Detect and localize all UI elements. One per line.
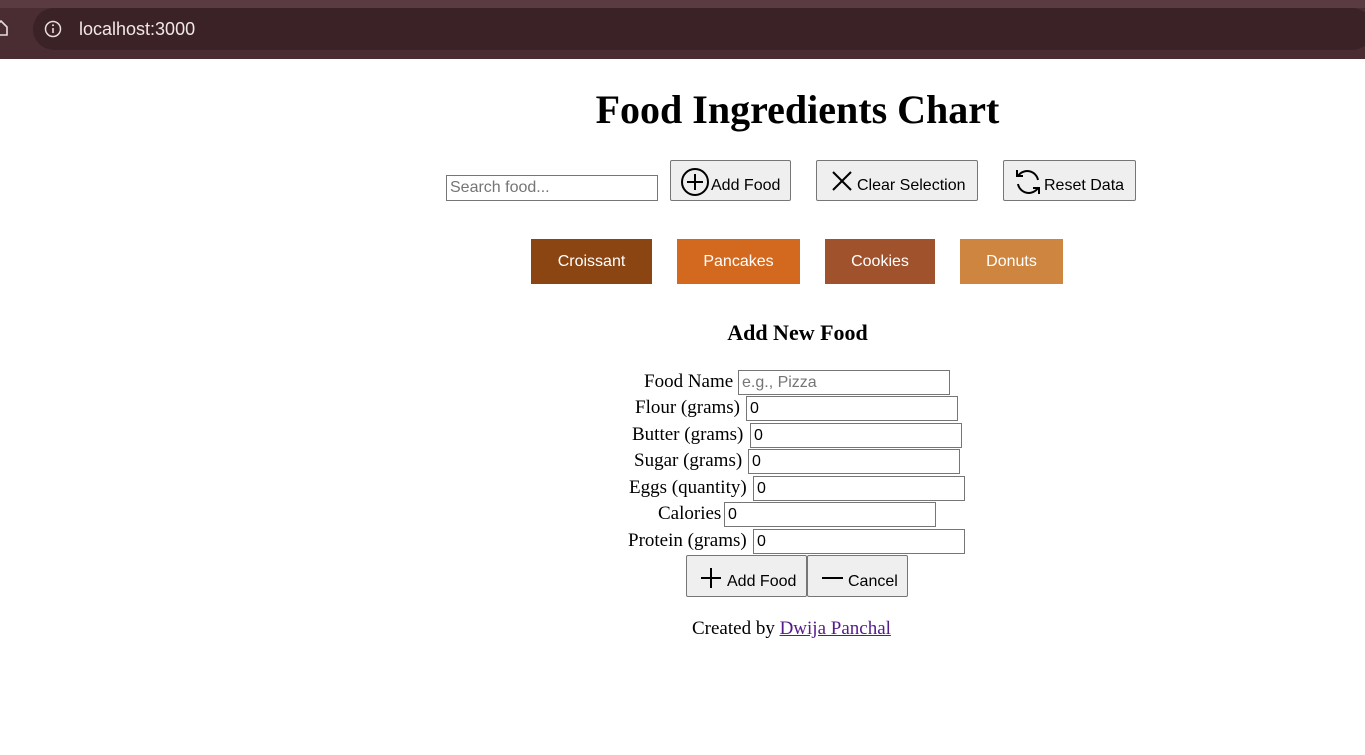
food-button-donuts[interactable]: Donuts	[960, 239, 1063, 284]
food-button-croissant[interactable]: Croissant	[531, 239, 652, 284]
plus-circle-icon	[681, 168, 709, 196]
calories-label: Calories	[658, 503, 722, 524]
plus-icon	[701, 568, 721, 588]
protein-input[interactable]	[753, 529, 965, 554]
cancel-label: Cancel	[848, 573, 898, 590]
minus-icon	[822, 577, 843, 579]
submit-food-button[interactable]: Add Food	[686, 555, 807, 597]
flour-input[interactable]	[746, 396, 958, 421]
footer-prefix: Created by	[692, 618, 775, 639]
browser-toolbar: localhost:3000	[0, 0, 1365, 59]
add-food-toggle-label: Add Food	[711, 177, 781, 194]
reset-data-button[interactable]: Reset Data	[1003, 160, 1136, 201]
food-button-pancakes[interactable]: Pancakes	[677, 239, 800, 284]
clear-selection-button[interactable]: Clear Selection	[816, 160, 978, 201]
eggs-label: Eggs (quantity)	[629, 477, 747, 498]
food-button-cookies[interactable]: Cookies	[825, 239, 935, 284]
page-title: Food Ingredients Chart	[595, 87, 1000, 132]
submit-food-label: Add Food	[727, 573, 797, 590]
refresh-icon	[1016, 170, 1040, 194]
cancel-button[interactable]: Cancel	[807, 555, 908, 597]
reset-data-label: Reset Data	[1044, 177, 1125, 194]
butter-label: Butter (grams)	[632, 424, 744, 445]
author-link[interactable]: Dwija Panchal	[780, 618, 891, 639]
flour-label: Flour (grams)	[635, 397, 741, 418]
clear-selection-label: Clear Selection	[857, 177, 966, 194]
url-text[interactable]: localhost:3000	[79, 18, 195, 40]
home-icon[interactable]	[0, 20, 8, 36]
address-bar[interactable]	[33, 8, 1365, 50]
sugar-input[interactable]	[748, 449, 960, 474]
calories-input[interactable]	[724, 502, 936, 527]
footer: Created by Dwija Panchal	[692, 618, 891, 640]
protein-label: Protein (grams)	[628, 530, 747, 551]
form-title: Add New Food	[727, 320, 868, 345]
close-icon	[832, 171, 852, 191]
sugar-label: Sugar (grams)	[634, 450, 743, 471]
butter-input[interactable]	[750, 423, 962, 448]
tab-strip	[0, 0, 1365, 8]
eggs-input[interactable]	[753, 476, 965, 501]
add-food-toggle-button[interactable]: Add Food	[670, 160, 791, 201]
search-input[interactable]	[446, 175, 658, 201]
food-name-input[interactable]	[738, 370, 950, 395]
info-icon[interactable]	[44, 20, 62, 38]
food-name-label: Food Name	[644, 371, 734, 392]
